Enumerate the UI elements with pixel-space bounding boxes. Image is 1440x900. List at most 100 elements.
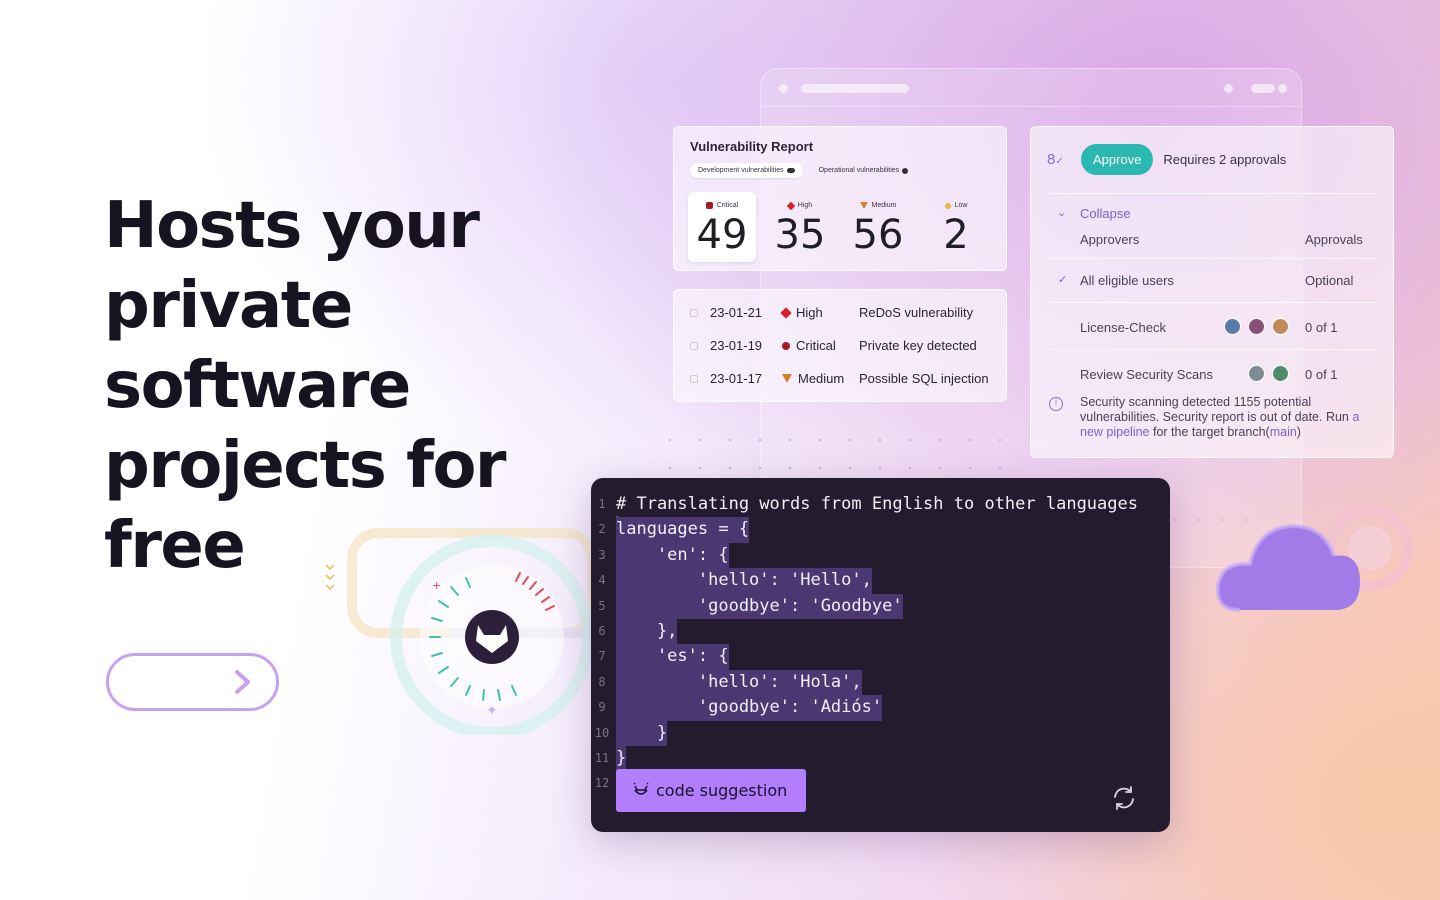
row-date: 23-01-19	[710, 338, 763, 353]
line-text: 'hello': 'Hola',	[616, 669, 862, 696]
line-text: 'goodbye': 'Goodbye'	[616, 593, 903, 619]
line-number: 3	[598, 547, 606, 562]
cta-button[interactable]	[106, 653, 279, 711]
severity-count: 49	[696, 212, 748, 258]
vulnerability-list-card: 23-01-21 High ReDoS vulnerability 23-01-…	[673, 289, 1007, 402]
window-logo-icon	[779, 84, 788, 93]
line-number: 6	[598, 623, 606, 638]
pipeline-gauge-illustration: + ✦	[325, 528, 597, 735]
line-number: 5	[598, 598, 606, 613]
vulnerability-report-title: Vulnerability Report	[690, 139, 814, 154]
row-checkbox[interactable]	[690, 308, 698, 317]
requires-approvals-text: Requires 2 approvals	[1163, 152, 1287, 167]
line-number: 9	[598, 700, 606, 715]
line-number: 10	[594, 725, 610, 740]
list-item[interactable]: 23-01-17 Medium Possible SQL injection	[690, 371, 989, 386]
row-date: 23-01-21	[710, 305, 763, 320]
critical-hexagon-icon	[705, 202, 713, 209]
dot-grid-decoration	[668, 438, 1002, 470]
row-severity: Medium	[798, 371, 845, 386]
warning-text: )	[1296, 425, 1301, 439]
chevron-right-icon	[235, 670, 250, 694]
severity-summary: Critical 49 High 35 Medium 56 Low 2	[688, 192, 990, 262]
severity-count: 56	[852, 212, 904, 258]
severity-medium[interactable]: Medium 56	[844, 192, 912, 262]
line-text: 'es': {	[616, 644, 729, 670]
headline-line: private software	[104, 269, 411, 423]
avatar[interactable]	[1248, 318, 1265, 335]
line-number: 1	[598, 497, 606, 511]
line-number: 4	[598, 573, 606, 588]
target-branch-link[interactable]: main	[1270, 425, 1297, 439]
line-text: # Translating words from English to othe…	[616, 494, 1138, 514]
divider	[1049, 193, 1377, 194]
security-warning: Security scanning detected 1155 potentia…	[1080, 395, 1380, 440]
high-diamond-icon	[780, 306, 792, 319]
line-text: },	[616, 618, 678, 645]
approve-button[interactable]: Approve	[1081, 144, 1154, 175]
approver-rule-name: All eligible users	[1080, 273, 1174, 288]
code-suggestion-label: code suggestion	[656, 781, 788, 800]
code-suggestion-button[interactable]: code suggestion	[616, 769, 806, 812]
vulnerability-tabs: Development vulnerabilities Operational …	[690, 163, 916, 178]
window-control-placeholder	[1251, 84, 1275, 93]
info-icon: !	[1049, 397, 1063, 411]
row-date: 23-01-17	[710, 371, 763, 386]
line-number: 7	[598, 649, 606, 664]
approvals-column-header: Approvals	[1305, 232, 1363, 247]
window-title-placeholder	[801, 84, 909, 93]
tab-count-badge	[902, 167, 909, 174]
svg-text:✦: ✦	[486, 703, 498, 719]
divider	[1049, 302, 1377, 303]
approver-rule-status: Optional	[1305, 273, 1354, 288]
high-diamond-icon	[786, 201, 796, 210]
approver-rule-status: 0 of 1	[1305, 320, 1338, 335]
row-description: ReDoS vulnerability	[859, 305, 974, 320]
tab-operational-vulnerabilities[interactable]: Operational vulnerabilities	[811, 163, 917, 178]
avatar[interactable]	[1272, 365, 1289, 382]
collapse-link[interactable]: Collapse	[1080, 206, 1131, 221]
chevron-down-icon[interactable]: ⌄	[1057, 206, 1066, 219]
line-text: languages = {	[616, 517, 750, 543]
avatar[interactable]	[1272, 318, 1289, 335]
severity-label: Medium	[871, 202, 897, 209]
tab-label: Operational vulnerabilities	[818, 167, 900, 174]
severity-high[interactable]: High 35	[766, 192, 834, 262]
medium-triangle-icon	[859, 202, 868, 209]
severity-low[interactable]: Low 2	[922, 192, 990, 262]
severity-label: High	[797, 202, 813, 209]
approver-rule-name: Review Security Scans	[1080, 367, 1213, 382]
window-dot-icon	[1224, 84, 1233, 93]
severity-critical[interactable]: Critical 49	[688, 192, 756, 262]
medium-triangle-icon	[782, 374, 792, 383]
warning-text: for the target branch(	[1149, 425, 1270, 439]
row-description: Private key detected	[859, 338, 977, 353]
critical-hexagon-icon	[782, 341, 790, 350]
approvers-check-icon: 8✓	[1047, 151, 1064, 168]
tab-development-vulnerabilities[interactable]: Development vulnerabilities	[690, 163, 803, 178]
avatar[interactable]	[1248, 365, 1265, 382]
merge-approvals-card: 8✓ Approve Requires 2 approvals ⌄ Collap…	[1030, 126, 1394, 458]
row-severity: Critical	[796, 338, 836, 353]
line-number: 12	[594, 776, 610, 791]
list-item[interactable]: 23-01-19 Critical Private key detected	[690, 338, 977, 353]
refresh-icon[interactable]	[1110, 784, 1138, 812]
severity-count: 2	[943, 212, 969, 258]
line-text: 'goodbye': 'Adiós'	[616, 695, 883, 721]
warning-text: Security scanning detected 1155 potentia…	[1080, 395, 1353, 424]
approvers-column-header: Approvers	[1080, 232, 1140, 247]
line-text: 'hello': 'Hello',	[616, 568, 872, 594]
background-window-titlebar	[761, 69, 1301, 107]
approver-rule-name: License-Check	[1080, 320, 1166, 335]
row-severity: High	[796, 305, 823, 320]
tab-label: Development vulnerabilities	[698, 167, 784, 174]
line-number: 11	[594, 750, 610, 765]
row-checkbox[interactable]	[690, 374, 698, 383]
list-item[interactable]: 23-01-21 High ReDoS vulnerability	[690, 305, 973, 320]
row-checkbox[interactable]	[690, 341, 698, 350]
check-icon: ✓	[1058, 274, 1068, 286]
severity-label: Critical	[716, 202, 739, 209]
severity-count: 35	[774, 212, 826, 258]
avatar[interactable]	[1224, 318, 1241, 335]
svg-text:+: +	[432, 579, 441, 592]
